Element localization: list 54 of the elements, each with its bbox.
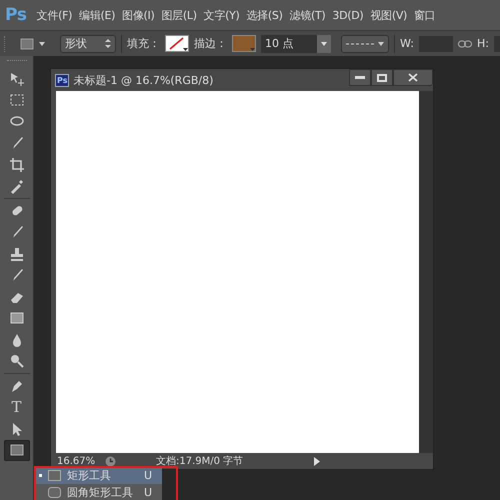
magnifier-icon xyxy=(8,353,24,370)
rectangle-icon[interactable] xyxy=(20,38,34,50)
menu-item[interactable]: 图层(L) xyxy=(160,8,198,22)
height-label: H: xyxy=(476,37,489,50)
menu-item[interactable]: 窗口 xyxy=(413,8,436,22)
zoom-level: 16.67% xyxy=(57,456,96,466)
spinner-icon xyxy=(105,39,111,48)
close-button[interactable] xyxy=(393,69,433,86)
width-label: W: xyxy=(400,37,414,50)
dashed-square-icon xyxy=(8,92,24,108)
caret-icon xyxy=(321,42,327,46)
document-info: 文档:17.9M/0 字节 xyxy=(156,454,244,468)
document-icon: Ps xyxy=(55,74,70,86)
minimize-button[interactable] xyxy=(349,69,371,86)
menu-item[interactable]: 选择(S) xyxy=(246,8,284,22)
minimize-icon xyxy=(355,76,365,79)
rectangle-icon xyxy=(48,470,61,481)
menu-item[interactable]: 矩形工具 U xyxy=(34,467,162,484)
link-icon[interactable] xyxy=(458,40,472,48)
menu-item[interactable]: 文字(Y) xyxy=(202,8,241,22)
fill-swatch[interactable] xyxy=(165,35,189,52)
scrollbar[interactable] xyxy=(419,91,433,453)
menu-item[interactable]: 圆角矩形工具 U xyxy=(34,484,162,500)
stroke-label: 描边： xyxy=(194,36,227,51)
play-icon[interactable] xyxy=(314,456,320,466)
text-tool[interactable]: T xyxy=(4,396,30,418)
crop-icon xyxy=(8,156,24,173)
document-title: 未标题-1 @ 16.7%(RGB/8) xyxy=(73,72,214,88)
menu-item[interactable]: 图像(I) xyxy=(121,8,156,22)
mode-dropdown[interactable]: 形状 xyxy=(60,34,116,52)
tool-button[interactable] xyxy=(4,440,30,461)
rectangle-icon xyxy=(8,442,24,458)
close-icon xyxy=(408,73,418,82)
rounded-rectangle-icon xyxy=(48,487,61,498)
menu-item[interactable]: 文件(F) xyxy=(36,8,74,22)
stamp-icon xyxy=(8,246,24,262)
menu-item[interactable]: 视图(V) xyxy=(369,8,408,22)
maximize-button[interactable] xyxy=(371,69,393,86)
menu-item[interactable]: 编辑(E) xyxy=(78,8,116,22)
caret-icon[interactable] xyxy=(39,42,45,46)
dashed-line-icon xyxy=(346,42,384,46)
menu-item[interactable]: 3D(D) xyxy=(331,8,364,22)
stroke-style-dropdown[interactable] xyxy=(341,34,389,52)
fill-label: 填充： xyxy=(127,36,160,51)
maximize-icon xyxy=(377,74,387,82)
menu-item[interactable]: 滤镜(T) xyxy=(288,8,326,22)
gradient-icon xyxy=(8,310,24,326)
stroke-swatch[interactable] xyxy=(232,35,256,52)
eyedropper-icon xyxy=(8,178,24,194)
status-icon[interactable] xyxy=(105,456,116,466)
app-logo: Ps xyxy=(4,5,28,25)
move-icon xyxy=(8,70,24,87)
stroke-width-field[interactable]: 10 点 xyxy=(261,34,317,52)
dropdown-button[interactable] xyxy=(317,34,331,52)
